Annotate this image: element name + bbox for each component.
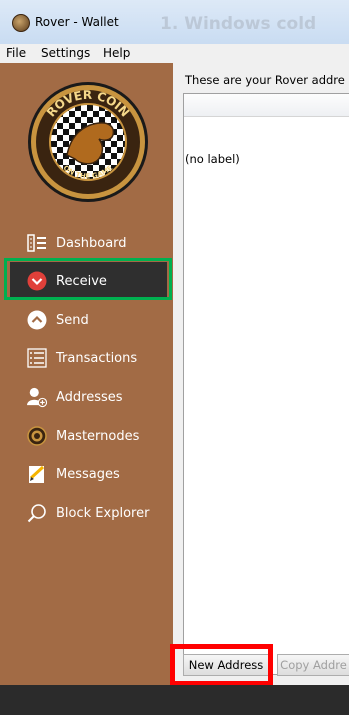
- status-bar: [0, 685, 349, 715]
- background-window-title: 1. Windows cold: [160, 14, 317, 34]
- menu-settings[interactable]: Settings: [41, 46, 90, 60]
- addresses-icon: [27, 387, 47, 408]
- masternodes-icon: [27, 426, 47, 446]
- sidebar-item-label: Send: [56, 312, 89, 328]
- sidebar-item-send[interactable]: Send: [0, 301, 173, 339]
- title-bar: Rover - Wallet 1. Windows cold: [0, 0, 349, 44]
- sidebar-item-addresses[interactable]: Addresses: [0, 378, 173, 416]
- receive-page: These are your Rover addre (no label) Ne…: [173, 63, 349, 685]
- sidebar-item-transactions[interactable]: Transactions: [0, 339, 173, 377]
- sidebar-item-label: Block Explorer: [56, 505, 150, 521]
- copy-address-button[interactable]: Copy Addre: [277, 654, 349, 676]
- sidebar: ROVER COIN ON THE GAME Dashboard Receive…: [0, 63, 173, 685]
- sidebar-item-label: Masternodes: [56, 428, 140, 444]
- dashboard-icon: [27, 233, 47, 253]
- sidebar-item-dashboard[interactable]: Dashboard: [0, 224, 173, 262]
- rover-coin-logo: ROVER COIN ON THE GAME: [28, 82, 148, 202]
- sidebar-item-label: Messages: [56, 466, 120, 482]
- receive-description: These are your Rover addre: [185, 73, 345, 87]
- sidebar-item-block-explorer[interactable]: Block Explorer: [0, 494, 173, 532]
- new-address-highlight-box: [170, 644, 273, 686]
- send-icon: [27, 310, 47, 330]
- transactions-icon: [27, 348, 47, 368]
- sidebar-item-label: Dashboard: [56, 235, 127, 251]
- table-row[interactable]: (no label): [185, 152, 240, 166]
- sidebar-item-messages[interactable]: Messages: [0, 455, 173, 493]
- app-icon: [12, 14, 30, 32]
- table-header[interactable]: [184, 94, 349, 117]
- sidebar-item-masternodes[interactable]: Masternodes: [0, 417, 173, 455]
- menu-file[interactable]: File: [6, 46, 26, 60]
- menu-help[interactable]: Help: [103, 46, 130, 60]
- window-title: Rover - Wallet: [35, 15, 119, 29]
- messages-icon: [27, 464, 47, 484]
- sidebar-item-label: Transactions: [56, 350, 138, 366]
- receive-highlight-box: [4, 258, 172, 300]
- address-table[interactable]: (no label): [183, 93, 349, 675]
- search-icon: [27, 503, 47, 523]
- menu-bar: File Settings Help: [0, 44, 349, 64]
- sidebar-item-label: Addresses: [56, 389, 123, 405]
